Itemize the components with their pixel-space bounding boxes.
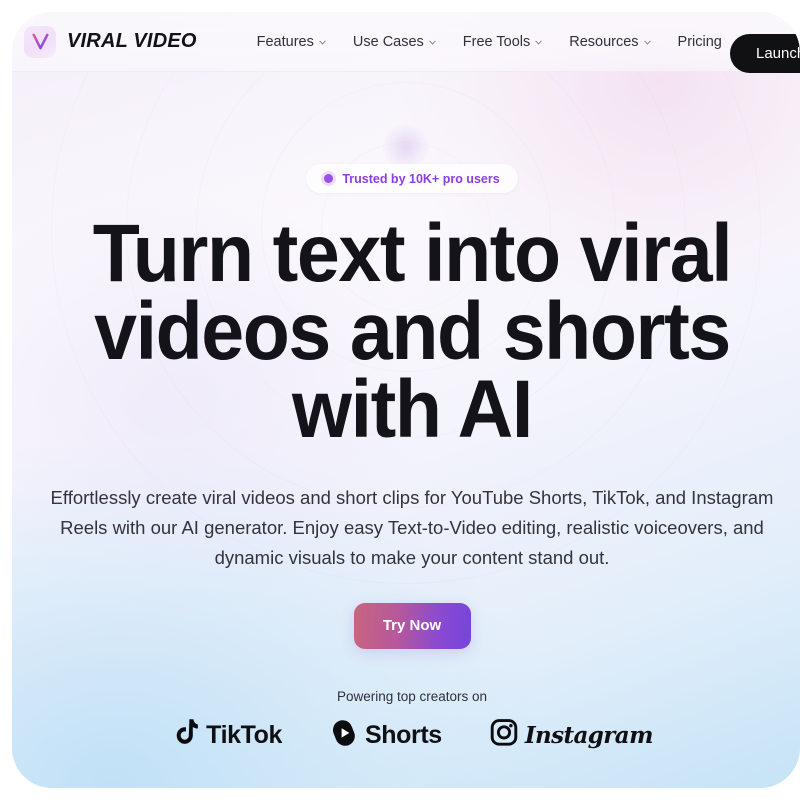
hero-subtitle: Effortlessly create viral videos and sho…: [50, 486, 774, 568]
chevron-down-icon: [429, 40, 436, 45]
nav-label: Pricing: [677, 33, 722, 50]
page-shell: VIRAL VIDEO Features Use Cases Free Tool: [12, 12, 800, 788]
nav-label: Free Tools: [462, 33, 531, 50]
brand-name-instagram: Instagram: [524, 721, 654, 749]
site-header: VIRAL VIDEO Features Use Cases Free Tool: [12, 12, 800, 73]
brand-name-shorts: Shorts: [365, 720, 442, 749]
brand-name: VIRAL VIDEO: [67, 30, 197, 52]
tiktok-note-icon: [171, 718, 199, 753]
page-title: Turn text into viral videos and shorts w…: [92, 208, 733, 455]
youtube-shorts-icon: [330, 718, 358, 753]
brand-logo[interactable]: VIRAL VIDEO: [18, 25, 197, 58]
nav-item-resources[interactable]: Resources: [569, 34, 651, 50]
nav-item-features[interactable]: Features: [257, 34, 327, 50]
hero-section: Trusted by 10K+ pro users Turn text into…: [12, 12, 800, 788]
status-badge: Trusted by 10K+ pro users: [306, 164, 518, 193]
main-navigation: Features Use Cases Free Tools Resources …: [257, 34, 777, 50]
brand-name-tiktok: TikTok: [206, 720, 283, 749]
brand-logo-instagram: Instagram: [490, 718, 653, 753]
nav-label: Use Cases: [352, 33, 424, 50]
nav-item-use-cases[interactable]: Use Cases: [353, 34, 437, 50]
chevron-down-icon: [535, 40, 542, 45]
chevron-down-icon: [319, 40, 326, 45]
v-logo-icon: [24, 25, 56, 58]
badge-label: Trusted by 10K+ pro users: [342, 171, 500, 186]
chevron-down-icon: [643, 40, 651, 45]
brand-logo-row: TikTok Shorts Instagram: [171, 718, 653, 753]
brand-logo-tiktok: TikTok: [171, 718, 282, 753]
try-now-button[interactable]: Try Now: [353, 602, 471, 649]
nav-label: Resources: [569, 33, 639, 50]
page-root: VIRAL VIDEO Features Use Cases Free Tool: [0, 0, 800, 800]
nav-label: Features: [256, 33, 314, 50]
badge-dot-icon: [324, 174, 334, 183]
social-proof-label: Powering top creators on: [336, 688, 488, 704]
launch-app-button[interactable]: Launch App: [730, 34, 800, 73]
nav-item-pricing[interactable]: Pricing: [678, 34, 722, 50]
nav-item-free-tools[interactable]: Free Tools: [463, 34, 543, 50]
brand-logo-shorts: Shorts: [330, 718, 442, 753]
instagram-camera-icon: [490, 718, 518, 753]
